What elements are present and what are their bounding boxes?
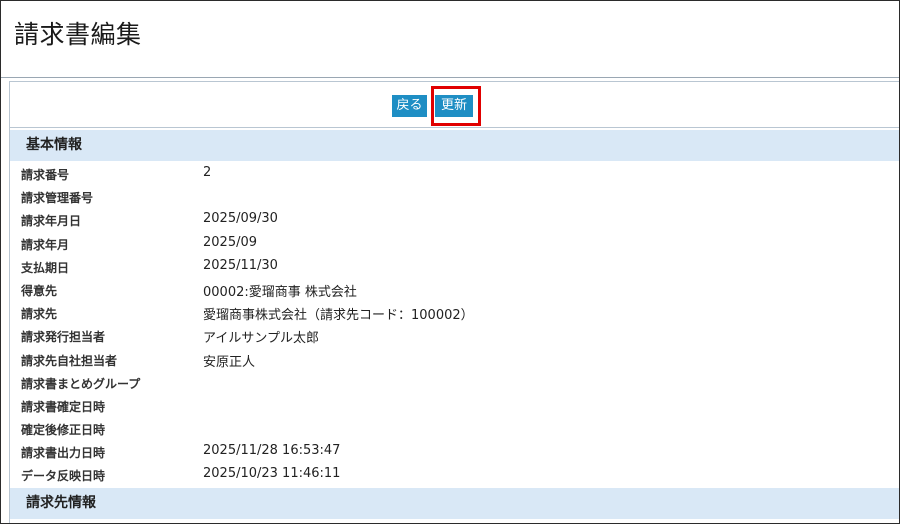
field-row-invoice-group: 請求書まとめグループ bbox=[10, 371, 899, 394]
field-value: アイルサンプル太郎 bbox=[203, 331, 319, 347]
field-label: 請求書出力日時 bbox=[21, 446, 106, 461]
section-header-billing-info: 請求先情報 bbox=[10, 488, 899, 519]
field-label: 支払期日 bbox=[21, 260, 70, 275]
field-label: 請求書まとめグループ bbox=[21, 376, 141, 391]
field-value: 2025/09 bbox=[203, 234, 258, 250]
field-row-payment-due-date: 支払期日 2025/11/30 bbox=[10, 255, 899, 278]
field-row-confirmed-at: 請求書確定日時 bbox=[10, 394, 899, 417]
field-row-billing-destination: 請求先 愛瑠商事株式会社（請求先コード：100002） bbox=[10, 301, 899, 324]
page-title: 請求書編集 bbox=[14, 20, 142, 49]
field-row-modified-after-confirmation: 確定後修正日時 bbox=[10, 417, 899, 440]
back-button[interactable]: 戻る bbox=[392, 95, 427, 117]
title-divider bbox=[1, 77, 899, 78]
field-row-customer: 得意先 00002:愛瑠商事 株式会社 bbox=[10, 278, 899, 301]
field-label: 請求管理番号 bbox=[21, 191, 94, 206]
field-value: 2 bbox=[203, 165, 212, 180]
field-label: 請求先 bbox=[21, 307, 58, 322]
field-label: 請求年月 bbox=[21, 237, 70, 252]
field-value: 2025/09/30 bbox=[203, 211, 278, 227]
section-header-basic-info: 基本情報 bbox=[10, 130, 899, 161]
field-label: データ反映日時 bbox=[21, 469, 106, 484]
field-label: 請求年月日 bbox=[21, 214, 82, 229]
field-value: 安原正人 bbox=[203, 354, 256, 370]
invoice-edit-panel: 戻る 更新 基本情報 請求番号 2 請求管理番号 請求年月日 2025/09/3… bbox=[9, 81, 899, 523]
field-label: 請求書確定日時 bbox=[21, 399, 106, 414]
basic-info-fields: 請求番号 2 請求管理番号 請求年月日 2025/09/30 請求年月 2025… bbox=[10, 162, 899, 487]
field-label: 請求発行担当者 bbox=[21, 330, 106, 345]
field-row-issuer: 請求発行担当者 アイルサンプル太郎 bbox=[10, 324, 899, 347]
update-button-highlight bbox=[431, 86, 481, 126]
field-value: 愛瑠商事株式会社（請求先コード：100002） bbox=[203, 308, 474, 324]
field-value: 2025/11/30 bbox=[203, 257, 278, 273]
action-toolbar: 戻る 更新 bbox=[10, 82, 899, 128]
field-value: 00002:愛瑠商事 株式会社 bbox=[203, 284, 357, 300]
field-row-invoice-management-number: 請求管理番号 bbox=[10, 185, 899, 208]
field-row-data-reflected-at: データ反映日時 2025/10/23 11:46:11 bbox=[10, 463, 899, 486]
field-label: 請求先自社担当者 bbox=[21, 353, 118, 368]
field-label: 得意先 bbox=[21, 283, 58, 298]
field-row-invoice-month: 請求年月 2025/09 bbox=[10, 232, 899, 255]
field-value: 2025/11/28 16:53:47 bbox=[203, 443, 341, 459]
field-row-invoice-number: 請求番号 2 bbox=[10, 162, 899, 185]
field-label: 請求番号 bbox=[21, 168, 70, 182]
app-frame: 請求書編集 戻る 更新 基本情報 請求番号 2 請求管理番号 請求年月日 202… bbox=[0, 0, 900, 524]
field-label: 確定後修正日時 bbox=[21, 423, 106, 438]
field-row-internal-contact: 請求先自社担当者 安原正人 bbox=[10, 348, 899, 371]
field-value: 2025/10/23 11:46:11 bbox=[203, 466, 341, 482]
field-row-invoice-date: 請求年月日 2025/09/30 bbox=[10, 208, 899, 231]
field-row-output-at: 請求書出力日時 2025/11/28 16:53:47 bbox=[10, 440, 899, 463]
